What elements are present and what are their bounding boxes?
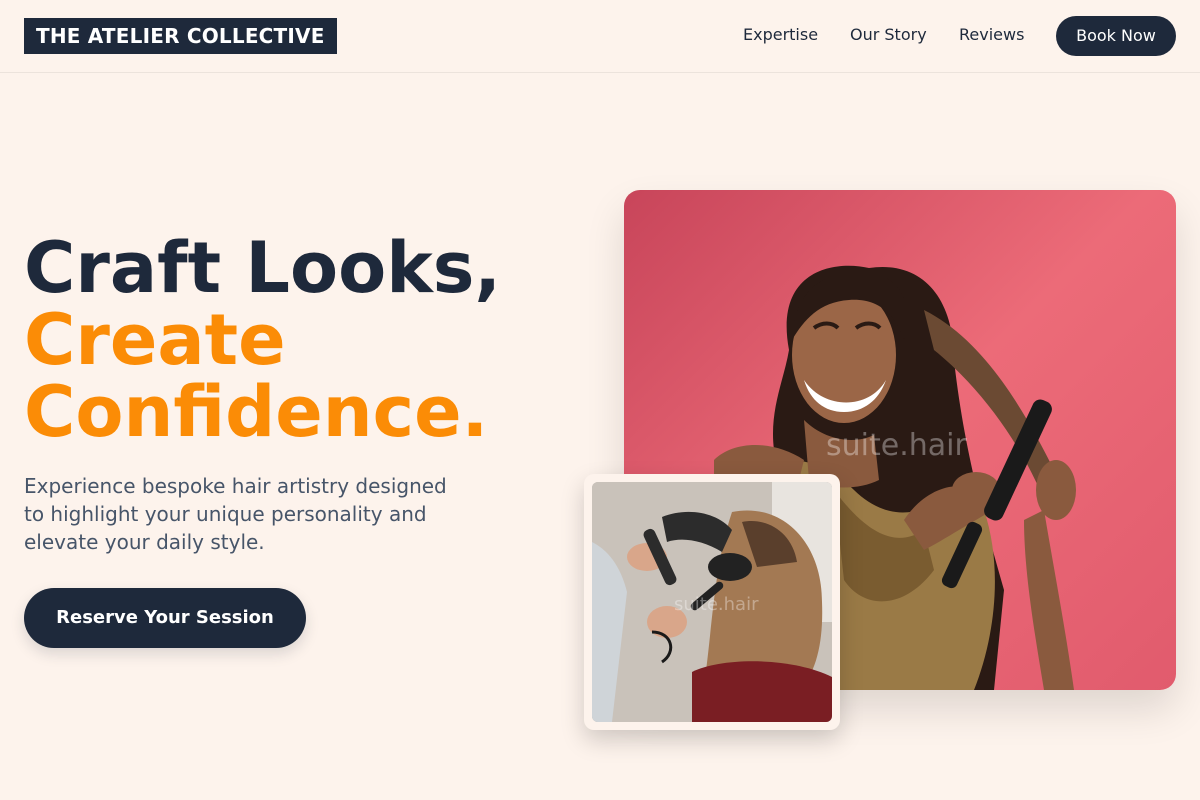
inset-photo-watermark: suite.hair [674,594,759,615]
top-nav: THE ATELIER COLLECTIVE Expertise Our Sto… [0,0,1200,73]
book-now-button[interactable]: Book Now [1056,16,1176,56]
headline-line-3: Confidence. [24,371,489,453]
brand-logo[interactable]: THE ATELIER COLLECTIVE [24,18,337,54]
nav-link-our-story[interactable]: Our Story [850,24,927,46]
hero-headline: Craft Looks, Create Confidence. [24,232,584,448]
nav-link-reviews[interactable]: Reviews [959,24,1024,46]
nav-link-expertise[interactable]: Expertise [743,24,818,46]
headline-line-2: Create [24,299,286,381]
headline-line-1: Craft Looks, [24,227,502,309]
reserve-session-button[interactable]: Reserve Your Session [24,588,306,648]
main-photo-watermark: suite.hair [826,428,967,463]
hero-subtext: Experience bespoke hair artistry designe… [24,474,447,554]
inset-photo-frame: suite.hair [584,474,840,730]
